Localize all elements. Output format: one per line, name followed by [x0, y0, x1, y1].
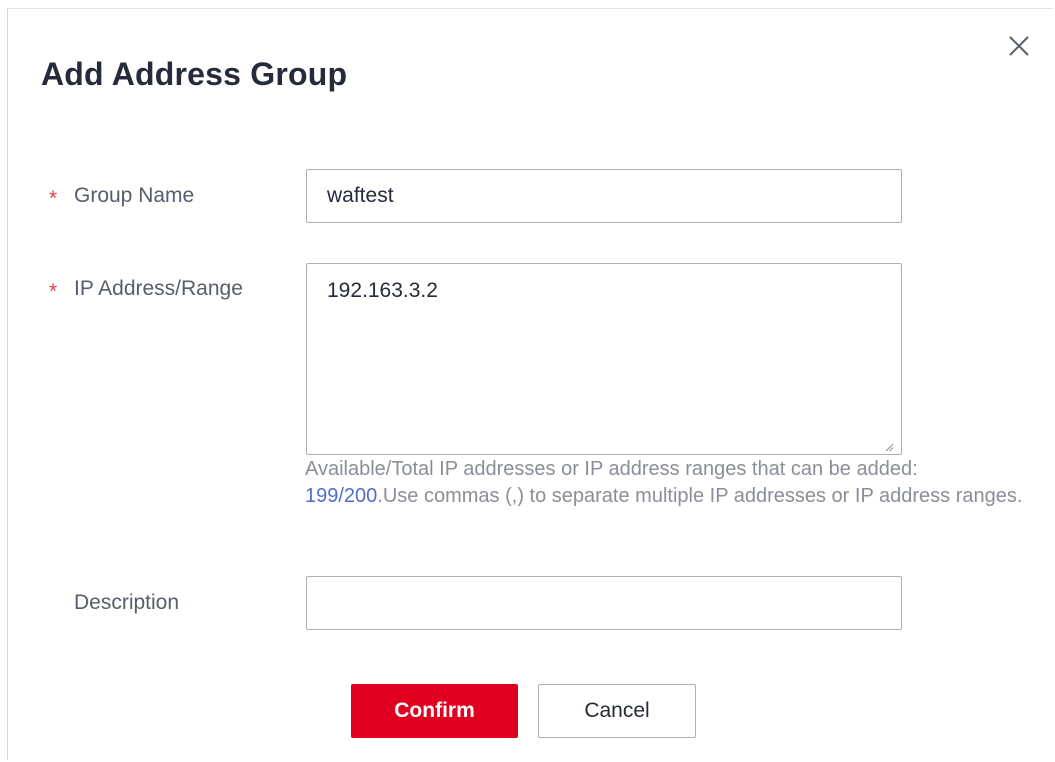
description-input[interactable]: [306, 576, 902, 630]
description-label: Description: [74, 591, 180, 614]
dialog-title: Add Address Group: [41, 56, 348, 92]
add-address-group-dialog: Add Address Group * Group Name * IP Addr…: [7, 8, 1053, 760]
ip-address-range-label: IP Address/Range: [74, 277, 243, 300]
hint-text: Available/Total IP addresses or IP addre…: [305, 458, 918, 480]
ip-address-hint: Available/Total IP addresses or IP addre…: [305, 456, 1025, 510]
resize-handle-icon[interactable]: [884, 442, 894, 452]
confirm-button[interactable]: Confirm: [351, 684, 518, 738]
required-mark: *: [49, 280, 58, 303]
hint-text: .Use commas (,) to separate multiple IP …: [377, 485, 1023, 507]
group-name-label: Group Name: [74, 184, 195, 207]
ip-address-range-textarea[interactable]: 192.163.3.2: [306, 263, 902, 455]
cancel-button[interactable]: Cancel: [538, 684, 696, 738]
group-name-input[interactable]: [306, 169, 902, 223]
close-icon[interactable]: [1006, 33, 1032, 59]
required-mark: *: [49, 187, 58, 210]
ip-count: 199/200: [305, 485, 378, 507]
